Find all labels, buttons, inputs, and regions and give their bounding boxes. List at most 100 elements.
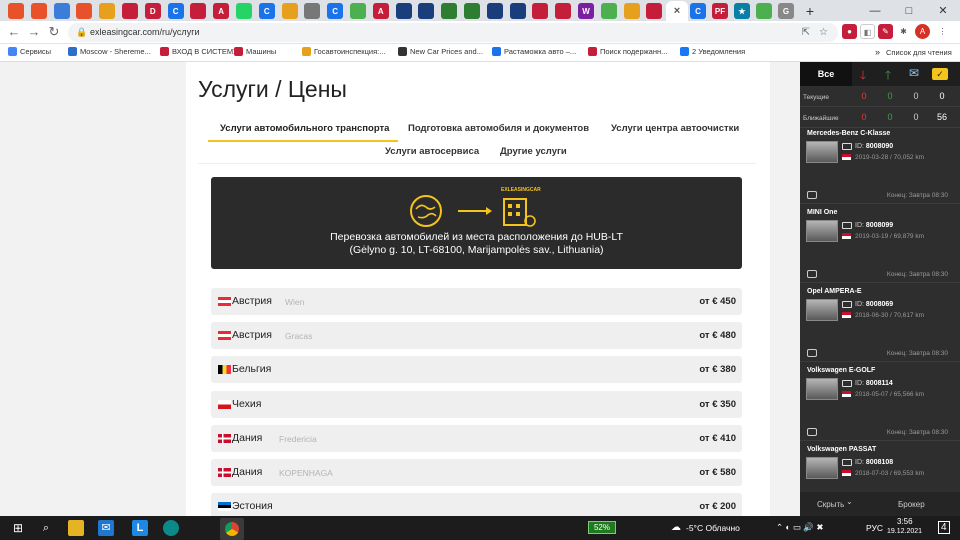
car-name[interactable]: MINI One — [807, 209, 837, 216]
browser-tab[interactable] — [646, 3, 663, 19]
bookmark-item[interactable]: Растаможка авто –... — [492, 47, 576, 56]
browser-tab[interactable]: A — [372, 3, 389, 19]
price-row[interactable]: Австрия Wien от € 450 — [211, 288, 742, 315]
browser-tab[interactable] — [76, 3, 93, 19]
reload-icon[interactable]: ↻ — [46, 24, 62, 40]
profile-avatar[interactable]: A — [915, 24, 930, 39]
browser-tab[interactable] — [350, 3, 366, 19]
browser-tab[interactable] — [600, 3, 617, 19]
browser-tab[interactable] — [509, 3, 526, 19]
price-row[interactable]: Чехия от € 350 — [211, 390, 742, 418]
browser-tab[interactable] — [418, 3, 435, 19]
tab-preparation[interactable]: Подготовка автомобиля и документов — [408, 123, 589, 134]
car-name[interactable]: Mercedes-Benz C-Klasse — [807, 130, 890, 137]
price-row[interactable]: Австрия Gracas от € 480 — [211, 322, 742, 350]
menu-icon[interactable]: ⋮ — [935, 24, 950, 39]
language-indicator[interactable]: РУС — [866, 523, 883, 533]
edge-icon[interactable] — [163, 520, 179, 536]
browser-tab[interactable] — [281, 3, 298, 19]
mail-app-icon[interactable]: ✉ — [98, 520, 114, 536]
browser-tab[interactable] — [532, 3, 549, 19]
arrow-down-icon[interactable]: 🡓 — [855, 66, 871, 87]
count-value[interactable]: 0 — [884, 112, 896, 122]
tab-transport[interactable]: Услуги автомобильного транспорта — [220, 123, 389, 134]
bookmark-item[interactable]: ВХОД В СИСТЕМУ — [160, 47, 238, 56]
browser-tab[interactable]: C — [690, 3, 706, 19]
bookmark-item[interactable]: Машины — [234, 47, 276, 56]
search-icon[interactable]: ⌕ — [38, 520, 54, 536]
count-value[interactable]: 0 — [858, 112, 870, 122]
share-icon[interactable]: ⇱ — [802, 23, 810, 42]
tab-all[interactable]: Все — [800, 62, 852, 86]
car-thumbnail[interactable] — [806, 299, 838, 321]
browser-tab[interactable]: C — [167, 3, 184, 19]
bookmark-item[interactable]: New Car Prices and... — [398, 47, 483, 56]
chat-icon[interactable] — [807, 270, 817, 278]
browser-tab[interactable] — [236, 3, 252, 19]
close-window-button[interactable]: ✕ — [926, 4, 960, 17]
bookmark-item[interactable]: Moscow - Shereme... — [68, 47, 151, 56]
price-row[interactable]: Бельгия от € 380 — [211, 356, 742, 384]
car-name[interactable]: Volkswagen PASSAT — [807, 446, 876, 453]
extension-icon[interactable]: ◧ — [860, 24, 875, 39]
tab-car-wash[interactable]: Услуги центра автоочистки — [611, 123, 739, 134]
bookmark-item[interactable]: Сервисы — [8, 47, 51, 56]
browser-tab[interactable] — [99, 3, 116, 19]
browser-tab[interactable] — [555, 3, 572, 19]
browser-tab[interactable] — [395, 3, 412, 19]
car-name[interactable]: Opel AMPERA-E — [807, 288, 862, 295]
browser-tab[interactable] — [623, 3, 640, 19]
car-thumbnail[interactable] — [806, 220, 838, 242]
browser-tab[interactable] — [756, 3, 772, 19]
url-field[interactable]: 🔒 exleasingcar.com/ru/услуги ⇱ ☆ — [68, 23, 838, 42]
chevron-down-icon[interactable]: ⌄ — [846, 497, 853, 506]
mail-icon[interactable]: ✉ — [906, 66, 922, 80]
browser-tab[interactable]: ★ — [734, 3, 750, 19]
price-row[interactable]: Эстония от € 200 — [211, 493, 742, 516]
browser-tab[interactable]: G — [778, 3, 794, 19]
browser-tab[interactable]: D — [144, 3, 161, 19]
browser-tab[interactable] — [30, 3, 47, 19]
hide-button[interactable]: Скрыть — [817, 500, 844, 509]
browser-tab[interactable]: C — [327, 3, 344, 19]
car-thumbnail[interactable] — [806, 141, 838, 163]
browser-tab[interactable]: W — [578, 3, 594, 19]
browser-tab[interactable] — [8, 3, 24, 19]
mail-icon[interactable] — [842, 222, 852, 229]
browser-tab[interactable] — [441, 3, 458, 19]
count-value[interactable]: 0 — [936, 91, 948, 101]
weather-text[interactable]: -5°C Облачно — [686, 523, 740, 533]
browser-tab[interactable] — [53, 3, 70, 19]
app-l-icon[interactable]: L — [132, 520, 148, 536]
active-tab-close-icon[interactable]: × — [666, 1, 688, 21]
star-icon[interactable]: ☆ — [819, 23, 828, 42]
count-value[interactable]: 0 — [884, 91, 896, 101]
back-icon[interactable]: ← — [6, 24, 22, 39]
checkbox-icon[interactable]: ✓ — [932, 68, 948, 80]
count-value[interactable]: 56 — [936, 112, 948, 122]
tray-icons[interactable]: ⌃ ◐ ▭ 🔊 ✖ — [776, 522, 823, 533]
minimize-button[interactable]: — — [858, 5, 892, 17]
browser-tab[interactable] — [190, 3, 207, 19]
clock-date[interactable]: 19.12.2021 — [887, 528, 922, 535]
browser-tab[interactable] — [486, 3, 503, 19]
pdf-extension-icon[interactable]: ✎ — [878, 24, 893, 39]
chrome-taskbar-button[interactable] — [220, 518, 244, 540]
bookmark-item[interactable]: Поиск подержанн... — [588, 47, 667, 56]
bookmark-item[interactable]: Госавтоинспекция:... — [302, 47, 385, 56]
browser-tab[interactable] — [304, 3, 321, 19]
browser-tab[interactable] — [122, 3, 138, 19]
browser-tab[interactable]: C — [258, 3, 275, 19]
browser-tab[interactable]: A — [213, 3, 230, 19]
extensions-puzzle-icon[interactable]: ✱ — [896, 24, 911, 39]
notifications-badge[interactable]: 4 — [938, 521, 950, 534]
price-row[interactable]: Дания Fredericia от € 410 — [211, 424, 742, 452]
bookmark-item[interactable]: 2 Уведомления — [680, 47, 745, 56]
bookmarks-more-icon[interactable]: » — [875, 47, 880, 57]
chat-icon[interactable] — [807, 428, 817, 436]
car-thumbnail[interactable] — [806, 457, 838, 479]
arrow-up-icon[interactable]: 🡑 — [880, 66, 896, 87]
new-tab-button[interactable]: + — [800, 3, 820, 19]
mail-icon[interactable] — [842, 459, 852, 466]
broker-button[interactable]: Брокер — [898, 500, 925, 509]
